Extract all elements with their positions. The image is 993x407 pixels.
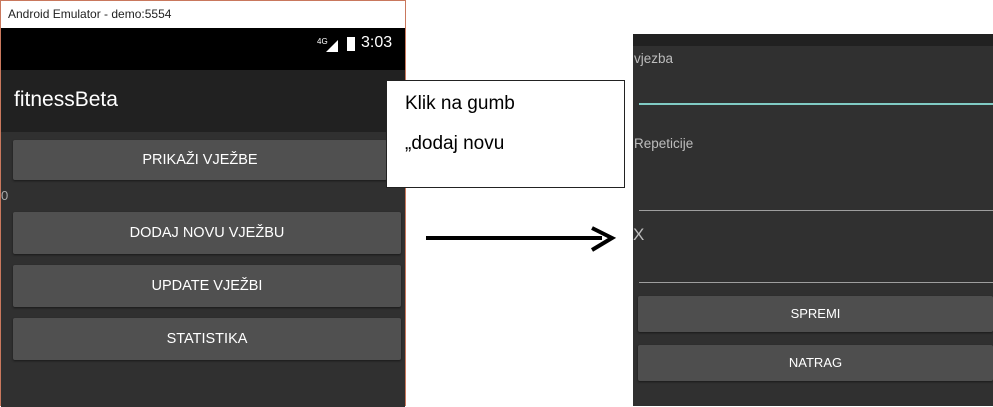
battery-icon	[347, 37, 355, 51]
back-button[interactable]: NATRAG	[638, 345, 993, 381]
exercise-field-label: vjezba	[634, 51, 674, 66]
instruction-callout: Klik na gumb „dodaj novu	[386, 80, 625, 188]
show-exercises-button[interactable]: PRIKAŽI VJEŽBE	[13, 140, 387, 180]
reps-input[interactable]	[639, 210, 993, 211]
window-title: Android Emulator - demo:5554	[1, 1, 405, 28]
exercise-input[interactable]	[639, 103, 993, 105]
emulator-window-main: Android Emulator - demo:5554 4G 3:03 fit…	[0, 0, 406, 407]
update-exercises-button[interactable]: UPDATE VJEŽBI	[13, 265, 401, 307]
add-exercise-button[interactable]: DODAJ NOVU VJEŽBU	[13, 212, 401, 254]
status-time: 3:03	[361, 34, 393, 51]
callout-line-2: „dodaj novu	[405, 133, 505, 154]
statistics-button[interactable]: STATISTIKA	[13, 318, 401, 360]
x-field-label: X	[633, 225, 645, 244]
reps-field-label: Repeticije	[634, 136, 694, 151]
app-title: fitnessBeta	[14, 88, 118, 111]
signal-icon	[326, 40, 338, 52]
right-arrow-icon	[426, 226, 617, 252]
status-bar: 4G 3:03	[1, 28, 405, 70]
callout-line-1: Klik na gumb	[405, 93, 515, 114]
top-bar	[633, 34, 993, 46]
counter-label: 0	[1, 188, 9, 203]
save-button[interactable]: SPREMI	[638, 296, 993, 332]
emulator-window-add-exercise: vjezba Repeticije X SPREMI NATRAG	[633, 34, 993, 406]
app-bar: fitnessBeta	[1, 70, 405, 132]
x-input[interactable]	[639, 282, 993, 283]
